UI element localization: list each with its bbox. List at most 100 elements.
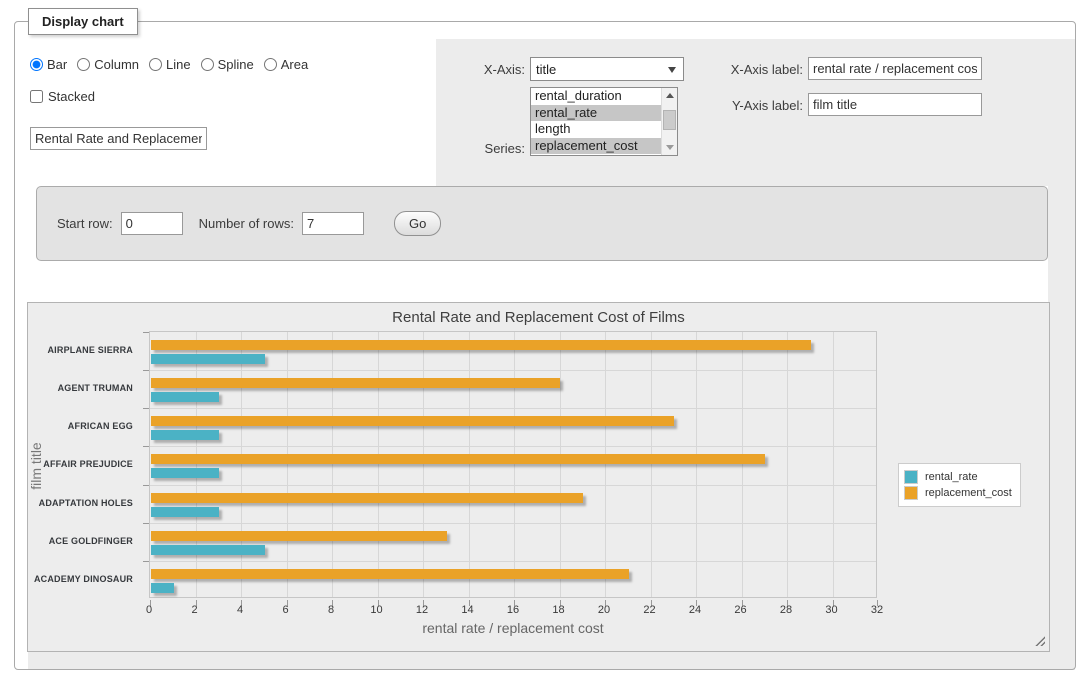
gridline bbox=[605, 332, 606, 597]
gridline bbox=[651, 332, 652, 597]
x-tick-label: 20 bbox=[584, 604, 624, 616]
y-axis-label-input[interactable] bbox=[808, 93, 982, 116]
x-tick-label: 26 bbox=[721, 604, 761, 616]
x-axis-label-label: X-Axis label: bbox=[718, 62, 803, 77]
chart-type-label: Spline bbox=[218, 57, 254, 72]
x-tick-label: 32 bbox=[857, 604, 897, 616]
chart-type-option-line[interactable]: Line bbox=[149, 57, 191, 72]
gridline bbox=[696, 332, 697, 597]
resize-handle[interactable] bbox=[1033, 634, 1045, 646]
chart-type-option-bar[interactable]: Bar bbox=[30, 57, 67, 72]
number-of-rows-input[interactable] bbox=[302, 212, 364, 235]
gridline bbox=[150, 446, 876, 447]
chart-title: Rental Rate and Replacement Cost of Film… bbox=[28, 309, 1049, 326]
y-tick-mark bbox=[143, 408, 149, 409]
chart-title-input[interactable] bbox=[30, 127, 207, 150]
x-axis-select-value: title bbox=[531, 62, 668, 77]
chart-type-option-area[interactable]: Area bbox=[264, 57, 308, 72]
gridline bbox=[241, 332, 242, 597]
legend-label: replacement_cost bbox=[925, 487, 1012, 499]
bar-replacement_cost bbox=[151, 378, 560, 388]
x-axis-select[interactable]: title bbox=[530, 57, 684, 81]
x-tick-label: 12 bbox=[402, 604, 442, 616]
y-axis-title: film title bbox=[28, 416, 44, 516]
bar-rental_rate bbox=[151, 507, 219, 517]
gridline bbox=[787, 332, 788, 597]
y-tick-mark bbox=[143, 446, 149, 447]
stacked-checkbox[interactable] bbox=[30, 90, 43, 103]
x-tick-label: 14 bbox=[448, 604, 488, 616]
gridline bbox=[833, 332, 834, 597]
gridline bbox=[287, 332, 288, 597]
y-tick-label: AGENT TRUMAN bbox=[30, 369, 142, 407]
x-tick-label: 0 bbox=[129, 604, 169, 616]
chart-type-radio-bar[interactable] bbox=[30, 58, 43, 71]
series-option-replacement_cost[interactable]: replacement_cost bbox=[531, 138, 661, 155]
bar-replacement_cost bbox=[151, 416, 674, 426]
series-listbox[interactable]: rental_durationrental_ratelengthreplacem… bbox=[530, 87, 678, 156]
legend-label: rental_rate bbox=[925, 471, 978, 483]
chart-type-radio-column[interactable] bbox=[77, 58, 90, 71]
series-option-length[interactable]: length bbox=[531, 121, 661, 138]
legend-entry: rental_rate bbox=[904, 470, 1012, 484]
stacked-label[interactable]: Stacked bbox=[48, 89, 95, 104]
gridline bbox=[378, 332, 379, 597]
bar-rental_rate bbox=[151, 583, 174, 593]
bar-replacement_cost bbox=[151, 569, 629, 579]
gridline bbox=[469, 332, 470, 597]
gridline bbox=[150, 408, 876, 409]
fieldset-legend-text: Display chart bbox=[42, 14, 124, 29]
gridline bbox=[196, 332, 197, 597]
series-label: Series: bbox=[430, 141, 525, 156]
chart-type-radio-area[interactable] bbox=[264, 58, 277, 71]
x-axis-title: rental rate / replacement cost bbox=[149, 620, 877, 636]
x-tick-label: 18 bbox=[539, 604, 579, 616]
scrollbar-thumb[interactable] bbox=[663, 110, 676, 130]
chart-type-radio-group: Bar Column Line Spline Area bbox=[30, 57, 318, 72]
chart-legend: rental_rate replacement_cost bbox=[898, 463, 1021, 507]
chart-type-option-column[interactable]: Column bbox=[77, 57, 139, 72]
bar-replacement_cost bbox=[151, 340, 811, 350]
x-tick-label: 6 bbox=[266, 604, 306, 616]
scroll-up-icon[interactable] bbox=[662, 88, 677, 103]
listbox-scrollbar[interactable] bbox=[661, 88, 677, 155]
gridline bbox=[150, 561, 876, 562]
bar-replacement_cost bbox=[151, 531, 447, 541]
start-row-input[interactable] bbox=[121, 212, 183, 235]
x-tick-label: 30 bbox=[812, 604, 852, 616]
series-option-rental_rate[interactable]: rental_rate bbox=[531, 105, 661, 122]
bar-rental_rate bbox=[151, 545, 265, 555]
y-tick-mark bbox=[143, 370, 149, 371]
x-tick-label: 10 bbox=[357, 604, 397, 616]
legend-swatch-replacement_cost bbox=[904, 486, 918, 500]
go-button[interactable]: Go bbox=[394, 211, 441, 236]
chart-type-label: Column bbox=[94, 57, 139, 72]
x-tick-label: 28 bbox=[766, 604, 806, 616]
chart-type-label: Area bbox=[281, 57, 308, 72]
gridline bbox=[423, 332, 424, 597]
y-tick-mark bbox=[143, 561, 149, 562]
gridline bbox=[560, 332, 561, 597]
chart-type-radio-line[interactable] bbox=[149, 58, 162, 71]
y-tick-mark bbox=[143, 485, 149, 486]
bar-rental_rate bbox=[151, 392, 219, 402]
gridline bbox=[742, 332, 743, 597]
number-of-rows-label: Number of rows: bbox=[199, 216, 294, 231]
x-axis-label-input[interactable] bbox=[808, 57, 982, 80]
fieldset-legend: Display chart bbox=[28, 8, 138, 35]
y-tick-label: AFRICAN EGG bbox=[30, 407, 142, 445]
gridline bbox=[514, 332, 515, 597]
bar-rental_rate bbox=[151, 354, 265, 364]
series-option-rental_duration[interactable]: rental_duration bbox=[531, 88, 661, 105]
y-tick-label: ACE GOLDFINGER bbox=[30, 522, 142, 560]
x-tick-label: 2 bbox=[175, 604, 215, 616]
x-tick-label: 24 bbox=[675, 604, 715, 616]
chart-type-radio-spline[interactable] bbox=[201, 58, 214, 71]
y-tick-label: ADAPTATION HOLES bbox=[30, 484, 142, 522]
stacked-option: Stacked bbox=[30, 89, 95, 104]
bar-rental_rate bbox=[151, 468, 219, 478]
chart-type-option-spline[interactable]: Spline bbox=[201, 57, 254, 72]
chart-type-label: Bar bbox=[47, 57, 67, 72]
scroll-down-icon[interactable] bbox=[662, 140, 677, 155]
gridline bbox=[150, 523, 876, 524]
